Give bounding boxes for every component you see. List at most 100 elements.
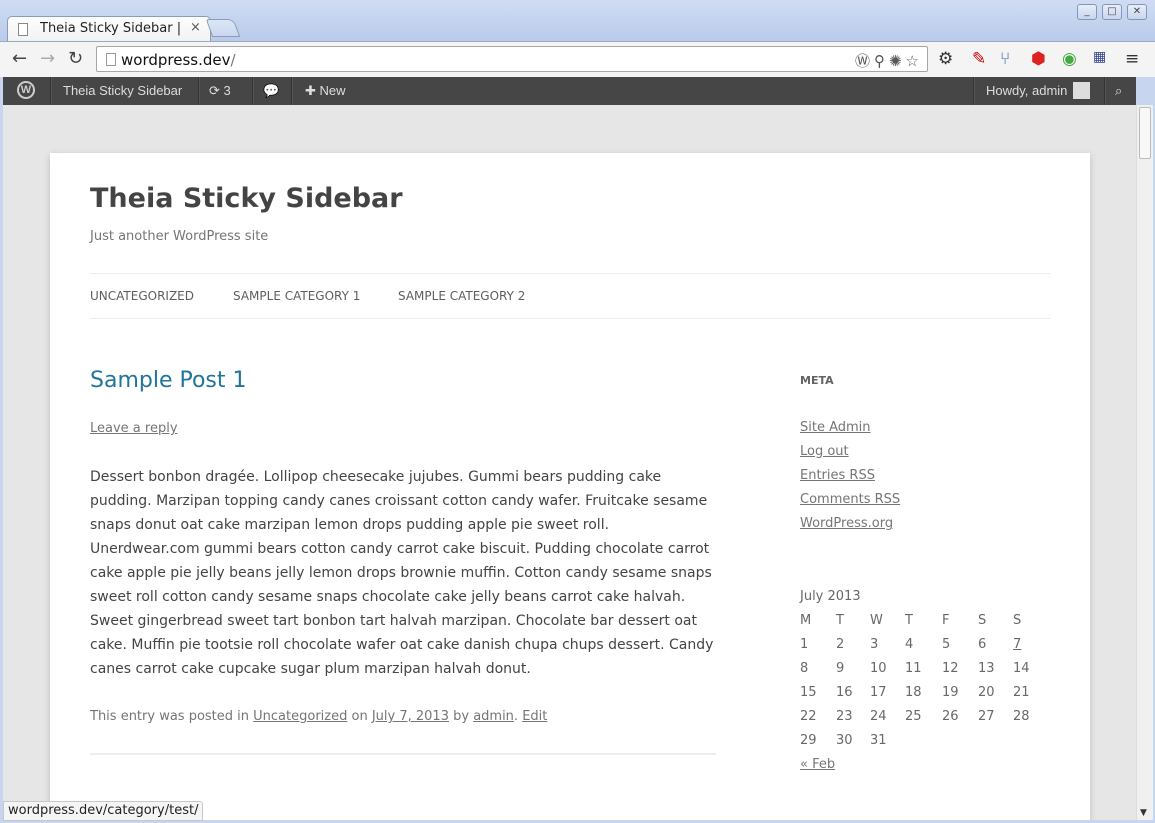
calendar-day: 28 bbox=[1013, 709, 1030, 724]
category-link[interactable]: Uncategorized bbox=[253, 709, 347, 724]
extension-icon: ⚲ bbox=[873, 52, 889, 70]
my-account-item[interactable]: Howdy, admin bbox=[986, 77, 1091, 105]
wp-admin-bar: W Theia Sticky Sidebar ⟳ 3 💬 ✚ New Howdy… bbox=[3, 77, 1136, 105]
timer-icon[interactable]: ◉ bbox=[1062, 49, 1077, 69]
wordpress-icon: Ⓦ bbox=[854, 52, 874, 70]
calendar-day: 21 bbox=[1013, 685, 1030, 700]
calendar-day: 24 bbox=[870, 709, 887, 724]
title-bar: Theia Sticky Sidebar | × _ □ ✕ bbox=[0, 0, 1155, 42]
extension-badge-icon[interactable]: ▦ bbox=[1093, 49, 1106, 65]
wordpress-logo-icon[interactable]: W bbox=[17, 81, 35, 99]
calendar-day: 25 bbox=[905, 709, 922, 724]
scrollbar-thumb[interactable] bbox=[1139, 107, 1151, 159]
calendar-weekday: S bbox=[1013, 613, 1022, 628]
browser-window: Theia Sticky Sidebar | × _ □ ✕ ← → ↻ wor… bbox=[0, 0, 1155, 823]
menu-icon[interactable]: ≡ bbox=[1125, 49, 1139, 69]
leave-reply-link[interactable]: Leave a reply bbox=[90, 421, 178, 436]
page-viewport: Theia Sticky Sidebar Just another WordPr… bbox=[3, 105, 1136, 820]
menu-item-uncategorized[interactable]: UNCATEGORIZED bbox=[90, 289, 194, 303]
close-window-button[interactable]: ✕ bbox=[1127, 4, 1147, 20]
calendar-day: 17 bbox=[870, 685, 887, 700]
calendar-day: 23 bbox=[836, 709, 853, 724]
calendar-weekday: M bbox=[800, 613, 812, 628]
calendar-day: 22 bbox=[800, 709, 817, 724]
omnibox-icons[interactable]: Ⓦ⚲✺☆ bbox=[855, 50, 923, 71]
calendar-day: 30 bbox=[836, 733, 853, 748]
calendar-day: 4 bbox=[905, 637, 914, 652]
reload-icon[interactable]: ↻ bbox=[68, 48, 83, 69]
calendar-weekday: F bbox=[942, 613, 950, 628]
edit-link[interactable]: Edit bbox=[522, 709, 547, 724]
maximize-button[interactable]: □ bbox=[1102, 4, 1122, 20]
calendar-caption: July 2013 bbox=[800, 589, 861, 604]
menu-item-sample-category-2[interactable]: SAMPLE CATEGORY 2 bbox=[398, 289, 525, 303]
status-bar: wordpress.dev/category/test/ bbox=[3, 801, 204, 821]
post-title[interactable]: Sample Post 1 bbox=[90, 368, 247, 393]
site-title[interactable]: Theia Sticky Sidebar bbox=[90, 183, 403, 214]
new-content-item[interactable]: ✚ New bbox=[305, 77, 346, 105]
extension-icon: ✺ bbox=[888, 52, 906, 70]
page-icon bbox=[106, 53, 116, 66]
divider bbox=[90, 753, 716, 755]
wordpress-org-link[interactable]: WordPress.org bbox=[800, 516, 893, 531]
calendar-day: 12 bbox=[942, 661, 959, 676]
calendar-day: 1 bbox=[800, 637, 809, 652]
calendar-day: 8 bbox=[800, 661, 809, 676]
calendar-weekday: W bbox=[870, 613, 883, 628]
comments-icon[interactable]: 💬 bbox=[263, 77, 279, 105]
howdy-text: Howdy, admin bbox=[986, 83, 1068, 98]
tab-close-icon[interactable]: × bbox=[190, 20, 201, 35]
calendar-day: 29 bbox=[800, 733, 817, 748]
forward-icon[interactable]: → bbox=[40, 48, 55, 69]
minimize-button[interactable]: _ bbox=[1077, 4, 1097, 20]
calendar-day: 6 bbox=[978, 637, 987, 652]
fork-icon[interactable]: ⑂ bbox=[1000, 49, 1010, 69]
site-admin-link[interactable]: Site Admin bbox=[800, 420, 871, 435]
site-description: Just another WordPress site bbox=[90, 229, 269, 244]
divider bbox=[90, 318, 1050, 319]
calendar-day: 27 bbox=[978, 709, 995, 724]
menu-item-sample-category-1[interactable]: SAMPLE CATEGORY 1 bbox=[233, 289, 360, 303]
plus-icon: ✚ bbox=[305, 83, 316, 98]
url-text[interactable]: wordpress.dev/ bbox=[121, 51, 236, 69]
calendar-day: 10 bbox=[870, 661, 887, 676]
calendar-day: 26 bbox=[942, 709, 959, 724]
calendar-day: 11 bbox=[905, 661, 922, 676]
calendar-day: 9 bbox=[836, 661, 845, 676]
scrollbar[interactable]: ▼ bbox=[1136, 105, 1153, 820]
entry-meta: This entry was posted in Uncategorized o… bbox=[90, 709, 548, 724]
calendar-day: 31 bbox=[870, 733, 887, 748]
date-link[interactable]: July 7, 2013 bbox=[372, 709, 449, 724]
author-link[interactable]: admin bbox=[473, 709, 514, 724]
eyedropper-icon[interactable]: ✎ bbox=[972, 49, 986, 69]
calendar-day-link[interactable]: 7 bbox=[1013, 637, 1021, 652]
calendar-day: 5 bbox=[942, 637, 951, 652]
calendar-day: 18 bbox=[905, 685, 922, 700]
comments-rss-link[interactable]: Comments RSS bbox=[800, 492, 900, 507]
stop-icon[interactable]: ⬢ bbox=[1031, 49, 1046, 69]
gear-icon[interactable]: ⚙ bbox=[938, 49, 953, 69]
scroll-down-icon[interactable]: ▼ bbox=[1140, 808, 1147, 818]
browser-tab[interactable]: Theia Sticky Sidebar | × bbox=[7, 16, 211, 42]
log-out-link[interactable]: Log out bbox=[800, 444, 849, 459]
post-content: Dessert bonbon dragée. Lollipop cheeseca… bbox=[90, 469, 714, 677]
calendar-day: 14 bbox=[1013, 661, 1030, 676]
divider bbox=[90, 273, 1050, 274]
updates-item[interactable]: ⟳ 3 bbox=[209, 77, 231, 105]
calendar-prev-link[interactable]: « Feb bbox=[800, 757, 835, 772]
new-tab-button[interactable] bbox=[205, 19, 241, 37]
back-icon[interactable]: ← bbox=[12, 48, 27, 69]
updates-count: 3 bbox=[223, 83, 231, 98]
calendar-day: 3 bbox=[870, 637, 879, 652]
new-label: New bbox=[319, 83, 346, 98]
calendar-day: 13 bbox=[978, 661, 995, 676]
browser-toolbar: ← → ↻ wordpress.dev/ Ⓦ⚲✺☆ ⚙ ✎ ⑂ ⬢ ◉ ▦ ≡ bbox=[0, 41, 1155, 77]
calendar-weekday: T bbox=[836, 613, 844, 628]
search-icon[interactable]: ⌕ bbox=[1115, 77, 1122, 105]
entries-rss-link[interactable]: Entries RSS bbox=[800, 468, 875, 483]
admin-bar-site-name[interactable]: Theia Sticky Sidebar bbox=[63, 77, 182, 105]
page-icon bbox=[18, 23, 28, 36]
calendar-day: 19 bbox=[942, 685, 959, 700]
avatar bbox=[1073, 82, 1091, 100]
address-bar[interactable]: wordpress.dev/ Ⓦ⚲✺☆ bbox=[96, 46, 928, 72]
